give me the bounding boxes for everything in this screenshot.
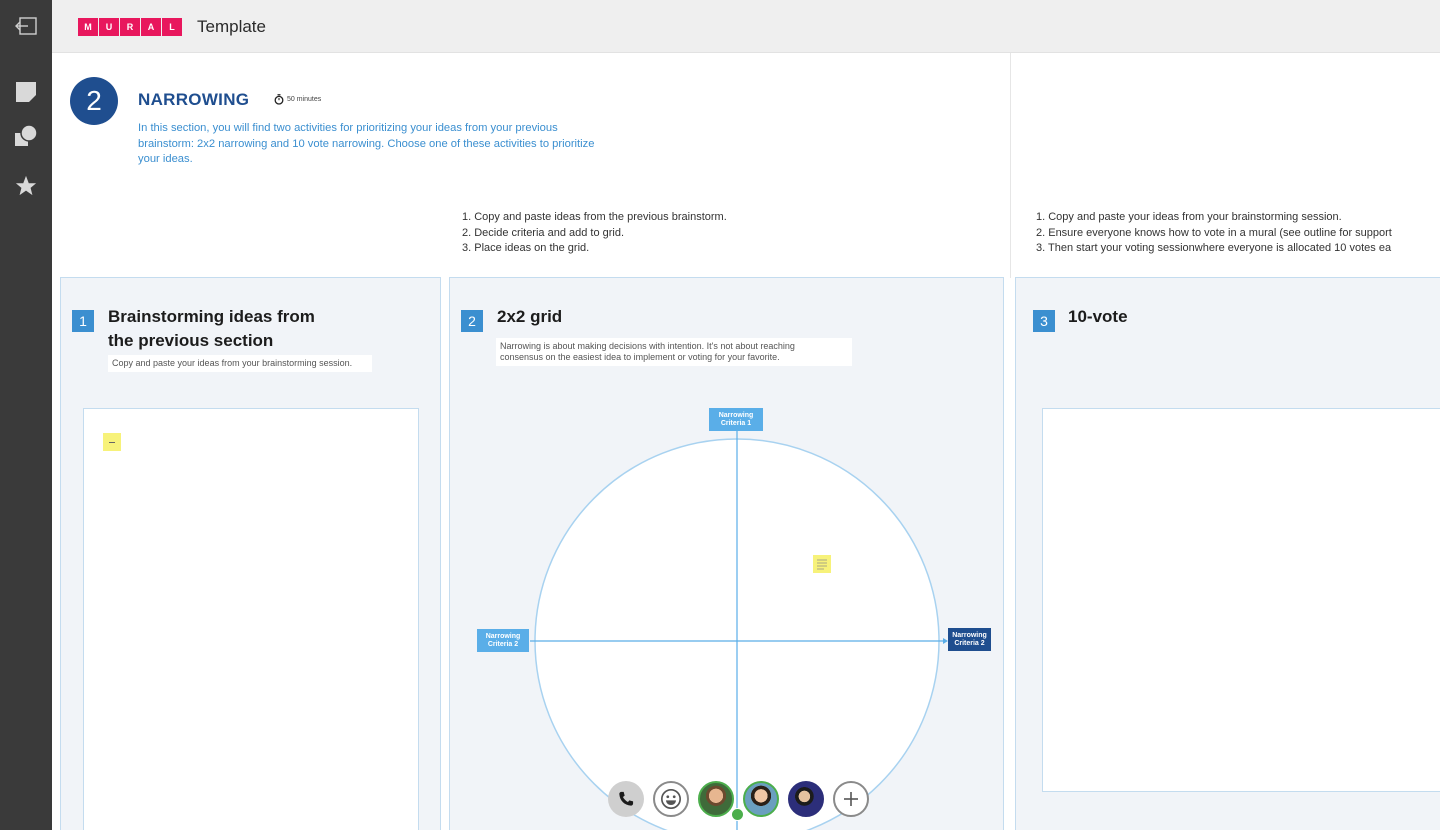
step-item: 1. Copy and paste your ideas from your b…: [1036, 211, 1342, 223]
logo-letter: U: [99, 18, 119, 36]
add-icon: [844, 792, 858, 806]
panel-title-line: the previous section: [108, 331, 274, 350]
section-description: In this section, you will find two activ…: [138, 122, 595, 165]
mural-title[interactable]: Template: [197, 17, 266, 37]
step-item: 3. Place ideas on the grid.: [462, 242, 590, 254]
sticky-note[interactable]: [103, 433, 121, 451]
sticky-note-tool[interactable]: [0, 76, 52, 108]
mural-logo[interactable]: M U R A L: [78, 18, 183, 36]
vote-steps: 1. Copy and paste your ideas from your b…: [1036, 210, 1392, 257]
call-button[interactable]: [608, 781, 644, 817]
criteria-text: Criteria 1: [720, 419, 752, 427]
reactions-button[interactable]: [653, 781, 689, 817]
ideas-area[interactable]: [83, 408, 419, 830]
panel-brainstorming[interactable]: 1 Brainstorming ideas from the previous …: [60, 277, 441, 830]
logo-letter: M: [78, 18, 98, 36]
avatar[interactable]: [698, 781, 734, 817]
avatar[interactable]: [743, 781, 779, 817]
timer-label: 50 minutes: [287, 96, 322, 103]
sticky-note-icon: [16, 82, 36, 102]
grid-diagram: [530, 428, 948, 830]
stopwatch-icon: [274, 94, 284, 105]
criteria-text: Criteria 2: [954, 639, 985, 647]
panel-10-vote[interactable]: 3 10-vote: [1015, 277, 1440, 830]
star-icon: [15, 175, 37, 196]
panel-note: Copy and paste your ideas from your brai…: [108, 355, 372, 372]
shapes-tool[interactable]: [0, 120, 52, 152]
facilitator-badge-icon: [731, 808, 744, 821]
step-item: 2. Decide criteria and add to grid.: [462, 226, 625, 239]
sticky-content: [109, 441, 115, 443]
step-item: 3. Then start your voting sessionwhere e…: [1036, 242, 1392, 254]
divider: [1010, 53, 1011, 278]
sticky-scribble: [817, 559, 827, 570]
criteria-text: Narrowing: [952, 631, 987, 639]
panel-number-badge: 3: [1033, 310, 1055, 332]
panel-number-badge: 1: [72, 310, 94, 332]
section-number-badge: 2: [70, 77, 118, 125]
logo-letter: A: [141, 18, 161, 36]
exit-button[interactable]: [0, 0, 52, 52]
section-title: NARROWING: [138, 90, 250, 109]
panel-title-line: Brainstorming ideas from: [108, 307, 315, 326]
invite-button[interactable]: [833, 781, 869, 817]
mural-canvas[interactable]: 2 NARROWING 50 minutes In this section, …: [52, 53, 1440, 830]
voting-area[interactable]: [1042, 408, 1440, 792]
shapes-icon: [15, 124, 38, 146]
panel-title: Brainstorming ideas from the previous se…: [108, 305, 315, 353]
left-sidebar: [0, 0, 52, 830]
logo-letter: L: [162, 18, 182, 36]
phone-icon: [619, 791, 634, 806]
grid-steps: 1. Copy and paste ideas from the previou…: [462, 210, 727, 257]
logo-letter: R: [120, 18, 140, 36]
criteria-label-left[interactable]: Narrowing Criteria 2: [477, 629, 529, 652]
favorites-tool[interactable]: [0, 170, 52, 202]
step-item: 2. Ensure everyone knows how to vote in …: [1036, 226, 1392, 239]
criteria-text: Narrowing: [485, 632, 521, 640]
exit-icon: [15, 17, 37, 35]
step-item: 1. Copy and paste ideas from the previou…: [462, 211, 727, 223]
sticky-note[interactable]: [813, 555, 831, 573]
timer: 50 minutes: [274, 94, 321, 105]
criteria-text: Narrowing: [718, 411, 754, 419]
emoji-icon: [661, 789, 681, 809]
top-bar: M U R A L Template: [52, 0, 1440, 53]
criteria-label-right[interactable]: Narrowing Criteria 2: [948, 628, 991, 651]
criteria-text: Criteria 2: [487, 640, 519, 648]
avatar[interactable]: [788, 781, 824, 817]
panel-title: 10-vote: [1068, 307, 1128, 326]
criteria-label-top[interactable]: Narrowing Criteria 1: [709, 408, 763, 431]
panel-2x2-grid[interactable]: 2 2x2 grid Narrowing is about making dec…: [449, 277, 1004, 830]
